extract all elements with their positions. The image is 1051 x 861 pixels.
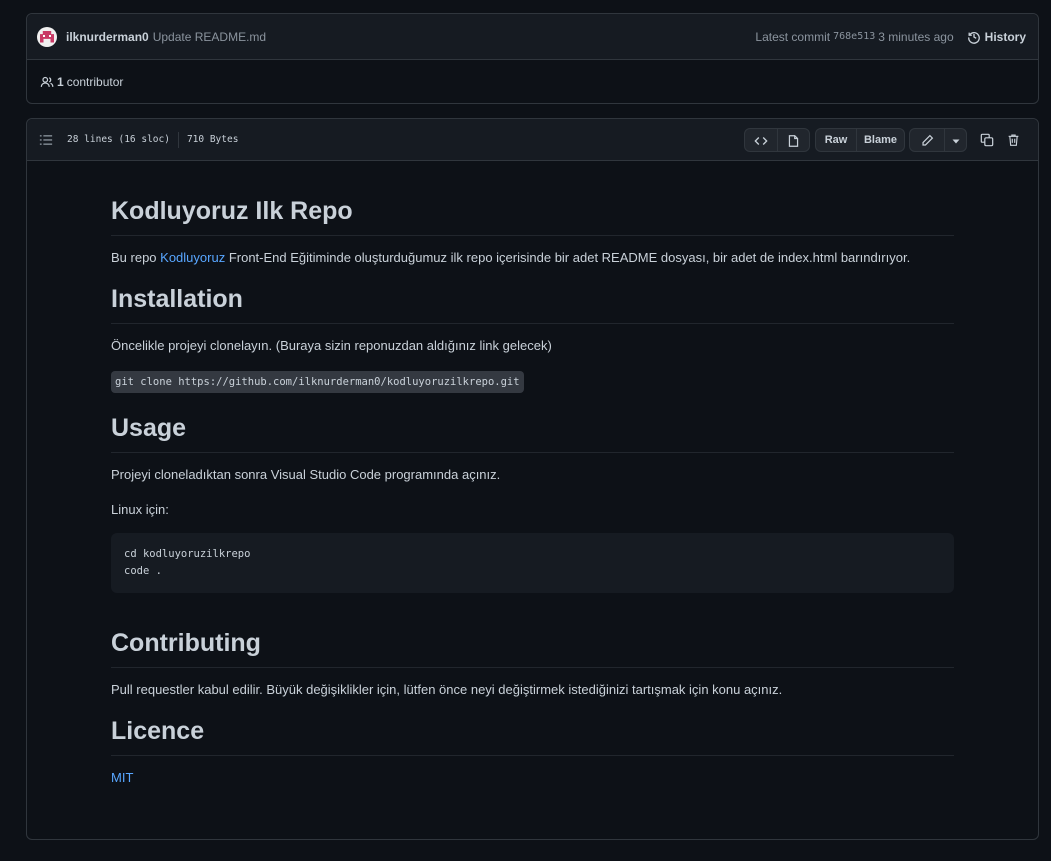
contributing-heading: Contributing [111, 627, 954, 668]
source-view-button[interactable] [745, 129, 777, 151]
copy-icon [980, 133, 994, 146]
clone-command-paragraph: git clone https://github.com/ilknurderma… [111, 371, 954, 393]
rendered-view-button[interactable] [777, 128, 809, 151]
triangle-down-icon [952, 139, 959, 143]
code-block[interactable]: cd kodluyoruzilkrepo code . [111, 533, 954, 593]
delete-button[interactable] [1000, 128, 1026, 152]
file-icon [788, 134, 799, 147]
contributing-text: Pull requestler kabul edilir. Büyük deği… [111, 682, 783, 697]
mit-link[interactable]: MIT [111, 770, 133, 785]
people-icon [40, 76, 54, 87]
file-size: 710 Bytes [186, 134, 239, 145]
pencil-icon [921, 134, 933, 146]
commit-message[interactable]: Update README.md [153, 30, 266, 44]
history-icon [967, 31, 980, 44]
readme-intro: Bu repo Kodluyoruz Front-End Eğitiminde … [111, 248, 954, 268]
commit-sha[interactable]: 768e513 [833, 31, 875, 42]
blame-button[interactable]: Blame [856, 128, 904, 151]
edit-dropdown-button[interactable] [944, 128, 966, 151]
linux-label: Linux için: [111, 502, 169, 517]
edit-button[interactable] [910, 129, 944, 151]
readme-content: Kodluyoruz Ilk Repo Bu repo Kodluyoruz F… [111, 179, 954, 788]
contributor-count: 1 [57, 75, 64, 89]
file-info: 28 lines (16 sloc) 710 Bytes [67, 131, 239, 148]
latest-commit-row: ilknurderman0 Update README.md Latest co… [27, 14, 1038, 60]
latest-commit-label: Latest commit [755, 29, 831, 44]
usage-heading: Usage [111, 412, 954, 453]
edit-group [909, 127, 967, 152]
licence-paragraph: MIT [111, 768, 954, 788]
clone-command[interactable]: git clone https://github.com/ilknurderma… [111, 371, 524, 393]
raw-blame-group: Raw Blame [815, 127, 905, 152]
commit-author[interactable]: ilknurderman0 [66, 30, 149, 44]
intro-suffix: Front-End Eğitiminde oluşturduğumuz ilk … [225, 250, 911, 265]
raw-button[interactable]: Raw [816, 129, 856, 151]
file-header: 28 lines (16 sloc) 710 Bytes Raw Blame [27, 119, 1038, 161]
list-icon[interactable] [39, 133, 53, 147]
display-toggle [744, 127, 810, 152]
installation-text: Öncelikle projeyi clonelayın. (Buraya si… [111, 338, 552, 353]
history-label: History [984, 29, 1026, 44]
copy-button[interactable] [974, 128, 1000, 152]
commit-box: ilknurderman0 Update README.md Latest co… [26, 13, 1039, 104]
usage-text: Projeyi cloneladıktan sonra Visual Studi… [111, 467, 501, 482]
contributors-row[interactable]: 1 contributor [27, 60, 1038, 104]
divider [177, 131, 179, 148]
contributor-label: contributor [66, 75, 124, 89]
file-lines: 28 lines (16 sloc) [67, 134, 170, 145]
avatar[interactable] [37, 26, 57, 47]
installation-heading: Installation [111, 283, 954, 324]
licence-heading: Licence [111, 715, 954, 756]
file-box: 28 lines (16 sloc) 710 Bytes Raw Blame K… [26, 118, 1039, 840]
commit-time: 3 minutes ago [878, 29, 954, 44]
trash-icon [1008, 134, 1018, 146]
intro-prefix: Bu repo [111, 250, 161, 265]
code-icon [754, 136, 768, 145]
kodluyoruz-link[interactable]: Kodluyoruz [160, 250, 225, 265]
history-button[interactable]: History [967, 30, 1026, 44]
readme-title: Kodluyoruz Ilk Repo [111, 195, 954, 236]
